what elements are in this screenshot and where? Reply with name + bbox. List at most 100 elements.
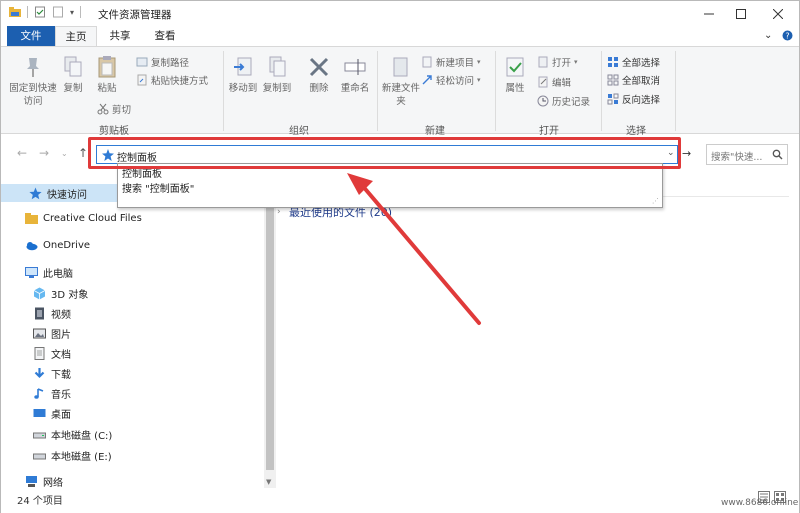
nav-item-creative-cloud[interactable]: Creative Cloud Files [25,212,142,225]
open-icon [538,56,548,68]
scroll-down-icon[interactable]: ▼ [266,478,271,486]
ribbon: 固定到快速访问 复制 粘贴 复制路径 粘贴快捷方式 剪切 剪贴板 移动到 复制到… [1,46,799,137]
nav-item-desktop[interactable]: 桌面 [33,406,71,421]
nav-item-videos[interactable]: 视频 [33,306,71,321]
search-input[interactable]: 搜索"快速... [711,149,762,163]
properties-icon[interactable] [34,6,46,18]
maximize-button[interactable] [723,1,759,26]
history-button[interactable]: 历史记录 [537,94,590,108]
chevron-down-icon: ▾ [477,58,481,66]
search-icon [772,149,783,160]
suggestion-item[interactable]: 控制面板 [122,165,162,180]
go-arrow-icon[interactable]: → [682,147,691,160]
paste-button[interactable]: 粘贴 [89,55,125,95]
copy-path-button[interactable]: 复制路径 [136,55,189,69]
group-divider [675,51,676,131]
nav-pane-scrollbar[interactable]: ▲ ▼ [264,176,276,488]
new-folder-icon [393,57,408,77]
suggestion-item[interactable]: 搜索 "控制面板" [122,180,194,195]
drive-icon [33,432,46,439]
nav-item-this-pc[interactable]: 此电脑 [25,265,73,280]
copy-path-icon [136,57,148,67]
nav-item-music[interactable]: 音乐 [33,386,71,401]
pin-label: 固定到快速访问 [9,83,57,107]
tab-view[interactable]: 查看 [145,26,185,46]
cloud-icon [26,242,38,251]
star-icon [29,187,42,199]
up-arrow-icon[interactable]: ↑ [78,146,88,160]
group-divider [223,51,224,131]
nav-item-network[interactable]: 网络 [25,474,63,489]
cut-button[interactable]: 剪切 [97,102,131,116]
customize-dropdown-icon[interactable]: ▾ [70,8,74,17]
folder-icon [25,213,38,224]
pin-icon [27,58,39,77]
paste-shortcut-button[interactable]: 粘贴快捷方式 [136,73,208,87]
nav-label: 此电脑 [43,269,73,280]
rename-button[interactable]: 重命名 [335,55,375,95]
title-bar: ▾ 文件资源管理器 [1,1,799,26]
open-button[interactable]: 打开 ▾ [537,55,578,69]
nav-item-onedrive[interactable]: OneDrive [25,239,90,252]
nav-item-pictures[interactable]: 图片 [33,326,71,341]
copy-to-icon [269,56,286,77]
folder-icon [9,7,21,17]
close-button[interactable] [760,1,796,26]
status-bar: 24 个项目 [1,489,799,513]
delete-button[interactable]: 删除 [301,55,337,95]
select-all-label: 全部选择 [622,58,661,69]
video-icon [35,307,44,320]
chevron-down-icon: ▾ [477,76,481,84]
new-folder-button[interactable]: 新建文件夹 [381,55,421,108]
move-to-button[interactable]: 移动到 [225,55,261,95]
tab-file[interactable]: 文件 [7,26,55,46]
download-icon [34,368,45,379]
nav-label: 文档 [51,350,71,361]
paste-label: 粘贴 [97,83,117,94]
new-folder-icon[interactable] [52,6,64,18]
history-label: 历史记录 [552,97,591,108]
address-dropdown-icon[interactable]: ⌄ [667,148,675,158]
nav-item-disk-c[interactable]: 本地磁盘 (C:) [33,427,112,442]
address-bar[interactable]: 控制面板 ⌄ [96,145,678,164]
back-arrow-icon[interactable]: ← [17,146,27,160]
forward-arrow-icon[interactable]: → [39,146,49,160]
close-icon [773,8,783,19]
quick-access-toolbar: ▾ [9,6,82,18]
invert-selection-button[interactable]: 反向选择 [607,92,660,106]
nav-label: 下载 [51,370,71,381]
search-box[interactable]: 搜索"快速... [706,144,788,165]
address-input[interactable]: 控制面板 [117,149,157,164]
tab-home[interactable]: 主页 [55,26,97,46]
new-item-button[interactable]: 新建项目 ▾ [421,55,481,69]
recent-locations-icon[interactable]: ⌄ [61,149,68,158]
easy-access-button[interactable]: 轻松访问 ▾ [421,73,481,87]
cut-label: 剪切 [112,105,132,116]
edit-button[interactable]: 编辑 [537,75,571,89]
move-to-icon [234,57,252,76]
paste-shortcut-label: 粘贴快捷方式 [151,76,209,87]
nav-item-3d-objects[interactable]: 3D 对象 [33,286,88,301]
nav-item-disk-e[interactable]: 本地磁盘 (E:) [33,448,112,463]
minimize-button[interactable] [691,1,727,26]
copy-to-button[interactable]: 复制到 [259,55,295,95]
help-icon[interactable]: ? [782,30,793,44]
select-all-button[interactable]: 全部选择 [607,55,660,69]
copy-button[interactable]: 复制 [55,55,91,95]
invert-selection-label: 反向选择 [622,95,661,106]
nav-item-documents[interactable]: 文档 [33,346,71,361]
document-icon [34,347,45,360]
pin-to-quick-access-button[interactable]: 固定到快速访问 [7,55,59,108]
picture-icon [33,328,46,339]
properties-icon [506,57,524,77]
ribbon-collapse-icon[interactable]: ⌄ [764,30,772,41]
select-none-button[interactable]: 全部取消 [607,73,660,87]
chevron-right-icon[interactable]: › [277,207,281,217]
nav-item-downloads[interactable]: 下载 [33,366,71,381]
scroll-thumb[interactable] [266,190,274,470]
tab-share[interactable]: 共享 [101,26,139,46]
rename-label: 重命名 [340,83,370,94]
resize-grip-icon[interactable]: ⋰ [652,197,659,205]
easy-access-label: 轻松访问 [436,76,475,87]
properties-button[interactable]: 属性 [497,55,533,95]
